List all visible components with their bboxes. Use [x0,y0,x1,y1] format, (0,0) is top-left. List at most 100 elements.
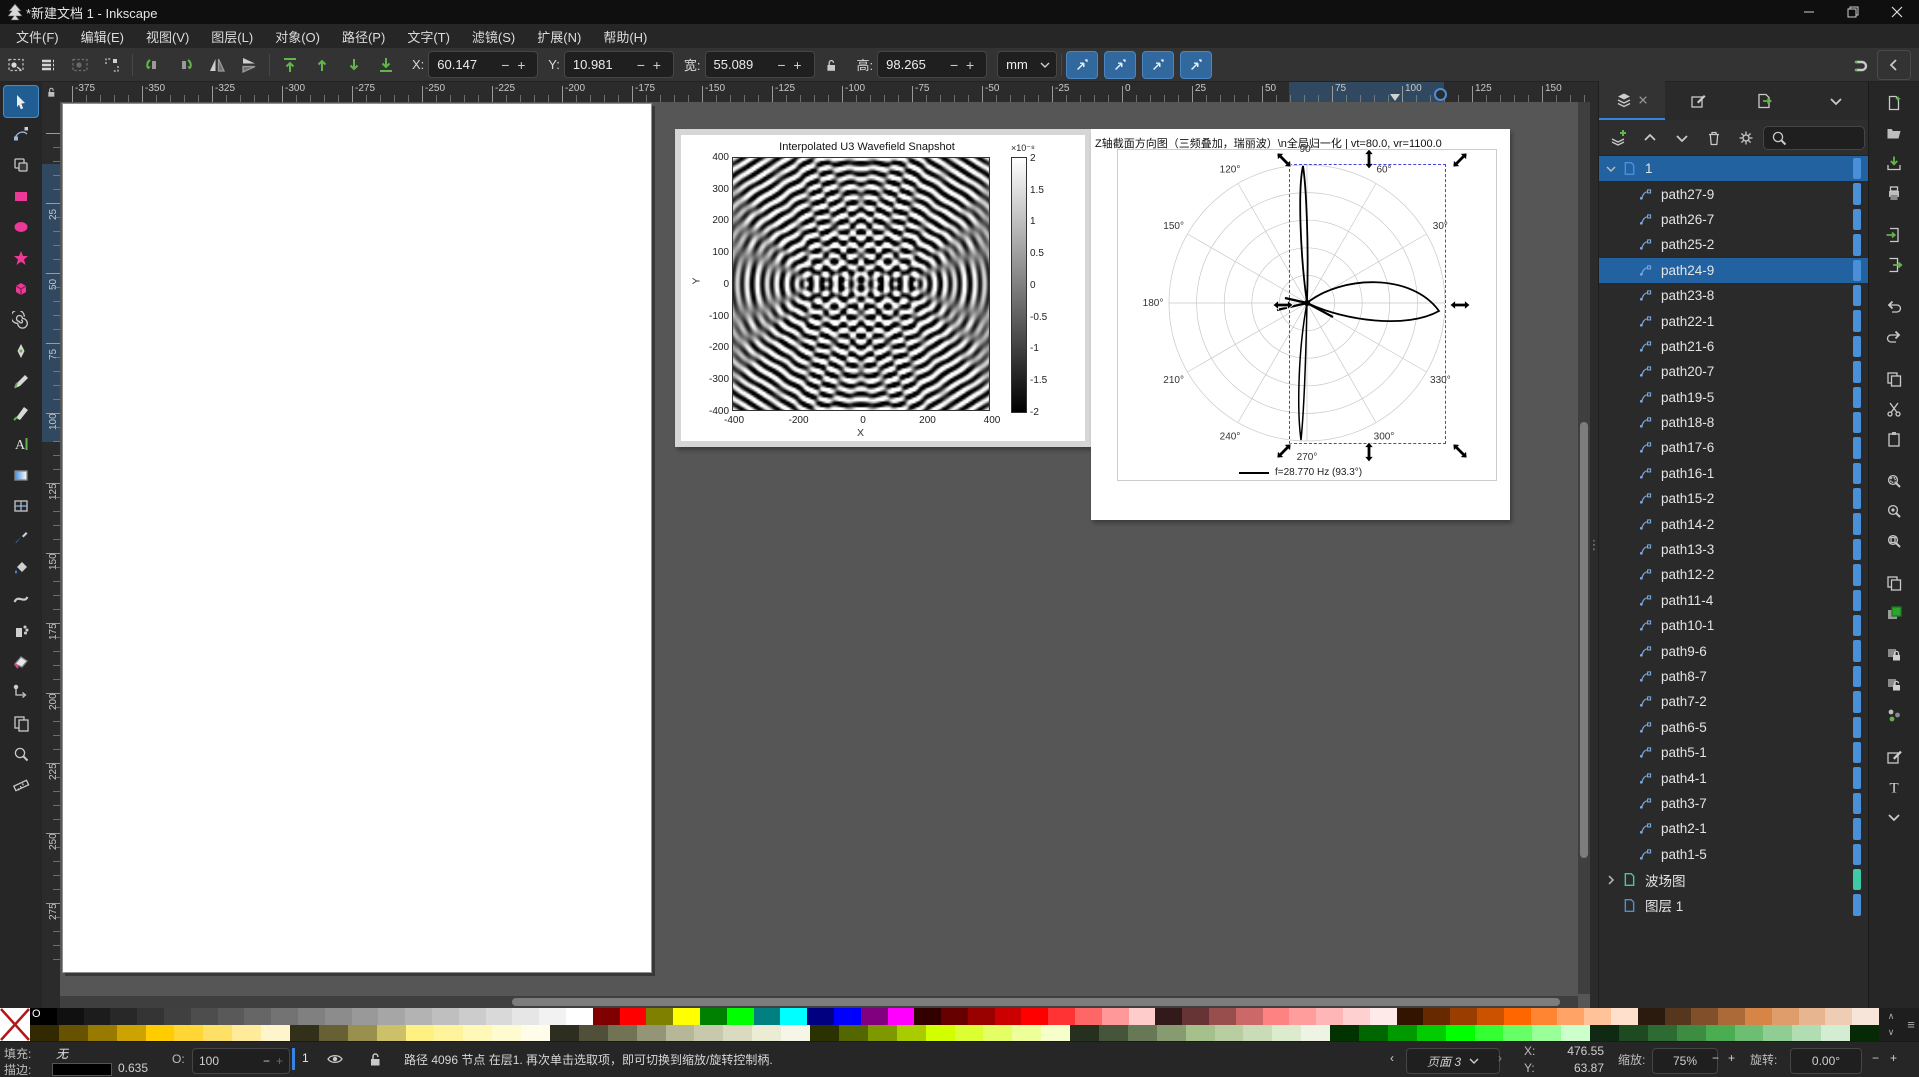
copy-button[interactable] [1877,364,1911,394]
palette-swatch[interactable] [665,1024,695,1041]
palette-swatch[interactable] [1235,1008,1263,1025]
scale-gradient-toggle[interactable] [1142,50,1175,79]
opacity-field[interactable]: 100 − + [192,1048,290,1074]
palette-swatch[interactable] [1503,1008,1531,1025]
object-row-path8-7[interactable]: path8-7 [1599,664,1869,689]
palette-swatch[interactable] [1423,1008,1451,1025]
measure-tool[interactable] [4,769,38,800]
palette-swatch[interactable] [58,1024,88,1041]
palette-scroll-down[interactable]: ∨ [1879,1025,1903,1042]
dropper-tool[interactable] [4,521,38,552]
selector-tool[interactable] [3,85,39,118]
palette-swatch[interactable] [137,1008,164,1025]
object-row-path13-3[interactable]: path13-3 [1599,537,1869,562]
palette-swatch[interactable] [1852,1008,1879,1025]
palette-swatch[interactable] [1763,1024,1793,1041]
objects-tab[interactable] [1599,81,1665,121]
layer-lock-icon[interactable] [366,1050,384,1068]
rotate-ccw-button[interactable] [137,51,169,79]
highlight-color-tag[interactable] [1853,589,1861,612]
snap-bar-collapse-button[interactable] [1877,49,1911,80]
palette-swatch[interactable] [887,1008,915,1025]
highlight-color-tag[interactable] [1853,538,1861,561]
palette-swatch[interactable] [376,1024,406,1041]
vertical-scrollbar-thumb[interactable] [1580,422,1588,858]
rotation-minus[interactable]: − [1872,1051,1879,1065]
palette-swatch[interactable] [896,1024,926,1041]
palette-swatch[interactable] [492,1024,522,1041]
horizontal-scrollbar[interactable] [60,996,1578,1008]
palette-swatch[interactable] [1048,1008,1076,1025]
width-minus[interactable]: − [774,57,790,73]
x-field[interactable]: 60.147− + [428,51,539,78]
highlight-color-tag[interactable] [1853,183,1861,205]
palette-swatch[interactable] [378,1008,406,1025]
palette-swatch[interactable] [1771,1008,1799,1025]
palette-swatch[interactable] [1369,1008,1397,1025]
expander-icon[interactable] [1603,875,1619,885]
object-row-path25-2[interactable]: path25-2 [1599,232,1869,257]
palette-swatch[interactable] [431,1008,459,1025]
palette-swatch[interactable] [1396,1008,1424,1025]
palette-swatch[interactable] [967,1008,995,1025]
palette-swatch[interactable] [1611,1008,1638,1025]
lock-width-height-ratio-icon[interactable] [815,51,847,79]
highlight-color-tag[interactable] [1853,462,1861,485]
connector-tool[interactable] [4,676,38,707]
palette-swatch[interactable] [485,1008,513,1025]
page-selector[interactable]: 页面 3 [1406,1048,1500,1074]
edit-dialog-button[interactable] [1877,742,1911,772]
width-plus[interactable]: + [790,57,806,73]
highlight-color-tag[interactable] [1853,665,1861,688]
ellipse-tool[interactable] [4,211,38,242]
fill-stroke-dialog-button[interactable] [1877,598,1911,628]
highlight-color-tag[interactable] [1853,615,1861,637]
menu-10[interactable]: 帮助(H) [593,25,657,48]
rotate-cw-button[interactable] [169,51,201,79]
highlight-color-tag[interactable] [1853,158,1861,180]
palette-swatch[interactable] [1012,1024,1042,1041]
object-row-path11-4[interactable]: path11-4 [1599,588,1869,613]
palette-swatch[interactable] [1618,1024,1648,1041]
palette-swatch[interactable] [347,1024,377,1041]
palette-swatch[interactable] [261,1024,291,1041]
selection-handle-s[interactable] [1358,441,1380,463]
palette-swatch[interactable] [174,1024,204,1041]
object-row-path21-6[interactable]: path21-6 [1599,334,1869,359]
highlight-color-tag[interactable] [1853,284,1861,307]
palette-swatch[interactable] [1825,1008,1853,1025]
highlight-color-tag[interactable] [1853,818,1861,840]
palette-swatch[interactable] [723,1024,753,1041]
palette-swatch[interactable] [1745,1008,1772,1025]
object-row-path20-7[interactable]: path20-7 [1599,359,1869,384]
selection-handle-n[interactable] [1358,148,1380,170]
palette-swatch[interactable] [145,1024,175,1041]
object-row-path17-6[interactable]: path17-6 [1599,435,1869,460]
palette-swatch[interactable] [1450,1008,1478,1025]
highlight-color-tag[interactable] [1853,411,1861,434]
palette-swatch[interactable] [781,1024,811,1041]
palette-swatch[interactable] [607,1024,637,1041]
minimize-button[interactable] [1787,0,1831,24]
palette-swatch[interactable] [1358,1024,1388,1041]
palette-swatch[interactable] [941,1008,968,1025]
palette-swatch[interactable] [1128,1008,1156,1025]
highlight-color-tag[interactable] [1853,310,1861,332]
palette-swatch[interactable] [1691,1008,1719,1025]
close-button[interactable] [1875,0,1919,24]
object-row-path24-9[interactable]: path24-9 [1599,257,1869,283]
dock-resize-grip[interactable]: ⋮ [1588,82,1601,1008]
object-row-path4-1[interactable]: path4-1 [1599,765,1869,790]
gradient-tool[interactable] [4,459,38,490]
palette-swatch[interactable] [1289,1008,1317,1025]
palette-swatch[interactable] [1156,1024,1186,1041]
duplicate-button[interactable] [1877,568,1911,598]
menu-9[interactable]: 扩展(N) [527,25,591,48]
paint-bucket-tool[interactable] [4,552,38,583]
palette-swatch[interactable] [1647,1024,1677,1041]
y-field[interactable]: 10.981− + [563,51,674,78]
palette-swatch[interactable] [1477,1008,1504,1025]
object-row-path19-5[interactable]: path19-5 [1599,385,1869,410]
palette-swatch[interactable] [1557,1008,1585,1025]
palette-swatch[interactable] [1798,1008,1826,1025]
